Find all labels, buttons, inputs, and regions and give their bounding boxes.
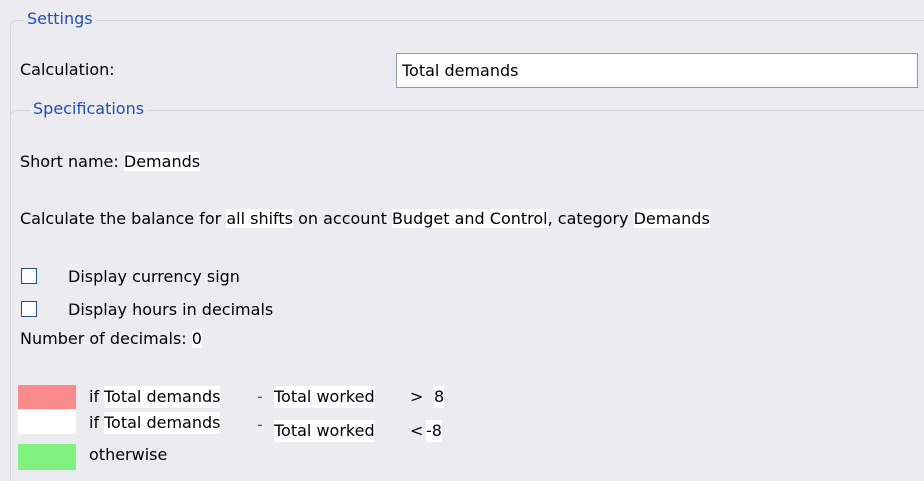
balance-account-link[interactable]: Budget and Control (391, 209, 548, 228)
rule-1-operator[interactable]: - (257, 386, 263, 408)
rule-2-value[interactable]: -8 (426, 420, 442, 442)
rule-1-left-operand[interactable]: Total demands (104, 386, 221, 408)
rule-1-if: if (89, 387, 100, 406)
settings-legend: Settings (24, 9, 96, 29)
rule-2-comparison[interactable]: < (410, 420, 423, 442)
rule-2-if: if (89, 413, 100, 432)
specifications-legend: Specifications (30, 99, 148, 119)
settings-panel: { "settings": { "legend": "Settings", "c… (0, 0, 924, 481)
rule-2-color-swatch[interactable] (18, 410, 76, 434)
rule-1-comparison[interactable]: > (410, 386, 423, 408)
display-hours-checkbox[interactable] (21, 301, 37, 317)
display-hours-label: Display hours in decimals (68, 300, 274, 319)
rule-2-left-operand[interactable]: Total demands (104, 412, 221, 434)
rule-1-right-operand[interactable]: Total worked (274, 386, 375, 408)
balance-category-link[interactable]: Demands (633, 209, 710, 228)
decimals-label: Number of decimals: (20, 329, 187, 348)
short-name-row: Short name: Demands (20, 151, 201, 173)
short-name-label: Short name: (20, 152, 119, 171)
short-name-value[interactable]: Demands (123, 152, 201, 171)
calculation-label: Calculation: (20, 60, 115, 79)
calculation-field[interactable] (396, 53, 918, 88)
rule-3-color-swatch[interactable] (18, 444, 76, 470)
balance-prefix: Calculate the balance for (20, 209, 222, 228)
balance-description: Calculate the balance for all shifts on … (20, 208, 710, 230)
rule-1-value[interactable]: 8 (434, 386, 445, 408)
balance-mid: on account (298, 209, 387, 228)
balance-shifts-link[interactable]: all shifts (226, 209, 293, 228)
rule-1-color-swatch[interactable] (18, 385, 76, 409)
rule-3-otherwise: otherwise (89, 445, 168, 464)
balance-category-label: , category (547, 209, 629, 228)
decimals-row: Number of decimals: 0 (20, 328, 202, 350)
decimals-value[interactable]: 0 (191, 329, 202, 348)
rule-2-operator[interactable]: - (257, 414, 263, 436)
display-currency-label: Display currency sign (68, 267, 240, 286)
display-currency-checkbox[interactable] (21, 268, 37, 284)
rule-2-right-operand[interactable]: Total worked (274, 420, 375, 442)
